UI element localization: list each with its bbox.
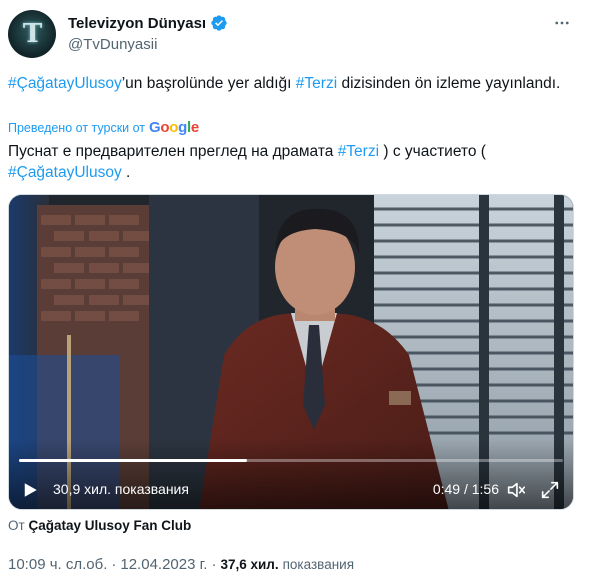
translated-text-part: Пуснат е предварителен преглед на драмат… [8, 143, 338, 160]
tweet-date[interactable]: 12.04.2023 г. [120, 556, 207, 573]
avatar[interactable]: T [8, 10, 56, 58]
tweet-meta: 10:09 ч. сл.об. · 12.04.2023 г. · 37,6 х… [8, 556, 355, 573]
author-display-name[interactable]: Televizyon Dünyası [68, 15, 206, 32]
verified-badge-icon[interactable] [210, 14, 228, 32]
tweet-header: T Televizyon Dünyası @TvDunyasii [8, 10, 581, 62]
tweet-text-part: ’un başrolünde yer aldığı [121, 75, 296, 92]
hashtag-link[interactable]: #ÇağatayUlusoy [8, 75, 122, 92]
translated-text-part: . [121, 164, 131, 181]
author-handle[interactable]: @TvDunyasii [68, 36, 157, 53]
hashtag-link[interactable]: #Terzi [338, 143, 379, 160]
tweet-time[interactable]: 10:09 ч. сл.об. [8, 556, 107, 573]
play-icon[interactable] [21, 481, 39, 499]
video-progress-bar[interactable] [19, 459, 563, 462]
video-source-prefix: От [8, 518, 25, 533]
video-player[interactable]: 30,9 хил. показвания 0:49 / 1:56 [8, 194, 574, 510]
avatar-logo-letter: T [22, 19, 42, 49]
video-progress-fill [19, 459, 248, 462]
video-source-link[interactable]: Çağatay Ulusoy Fan Club [28, 518, 191, 533]
translated-text: Пуснат е предварителен преглед на драмат… [8, 141, 568, 183]
more-options-icon[interactable] [551, 12, 573, 34]
volume-icon[interactable] [505, 479, 527, 501]
tweet-view-label: показвания [282, 557, 355, 572]
google-logo: Google [149, 119, 199, 136]
video-current-time: 0:49 [432, 481, 461, 497]
tweet-view-count: 37,6 хил. [220, 557, 279, 572]
controls-overlay [9, 439, 573, 509]
video-source: От Çağatay Ulusoy Fan Club [8, 518, 191, 533]
translation-note-label: Преведено от турски от [8, 120, 146, 135]
hashtag-link[interactable]: #Terzi [296, 75, 337, 92]
tweet-text-part: dizisinden ön izleme yayınlandı. [337, 75, 561, 92]
video-view-count: 30,9 хил. показвания [53, 481, 189, 497]
video-duration: 1:56 [471, 481, 499, 497]
video-time: 0:49 / 1:56 [432, 481, 499, 497]
hashtag-link[interactable]: #ÇağatayUlusoy [8, 164, 122, 181]
translated-text-part: ) с участието ( [379, 143, 486, 160]
fullscreen-icon[interactable] [539, 479, 561, 501]
tweet-text: #ÇağatayUlusoy’un başrolünde yer aldığı … [8, 73, 568, 94]
translation-note[interactable]: Преведено от турски от Google [8, 119, 199, 136]
author-name-row: Televizyon Dünyası [68, 14, 228, 32]
